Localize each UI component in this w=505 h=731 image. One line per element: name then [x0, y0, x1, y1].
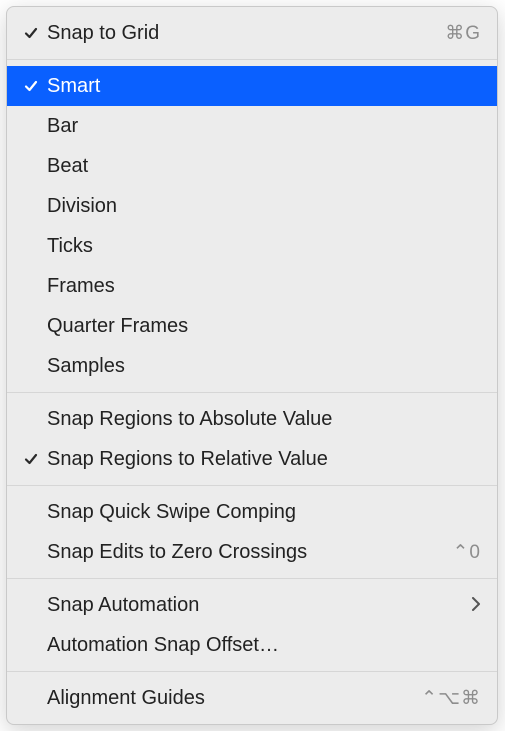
menu-item-snap-edits-zero-crossings[interactable]: Snap Edits to Zero Crossings ⌃0 — [7, 532, 497, 572]
menu-item-label: Smart — [47, 75, 481, 98]
checkmark-icon — [15, 25, 47, 41]
menu-item-alignment-guides[interactable]: Alignment Guides ⌃⌥⌘ — [7, 678, 497, 718]
menu-item-label: Bar — [47, 115, 481, 138]
shortcut-label: ⌘G — [445, 22, 481, 45]
menu-item-label: Snap Regions to Relative Value — [47, 448, 481, 471]
menu-item-samples[interactable]: Samples — [7, 346, 497, 386]
menu-item-label: Division — [47, 195, 481, 218]
menu-item-snap-automation[interactable]: Snap Automation — [7, 585, 497, 625]
menu-item-quarter-frames[interactable]: Quarter Frames — [7, 306, 497, 346]
menu-item-label: Frames — [47, 275, 481, 298]
menu-item-snap-regions-relative[interactable]: Snap Regions to Relative Value — [7, 439, 497, 479]
checkmark-icon — [15, 78, 47, 94]
separator — [7, 485, 497, 486]
chevron-right-icon — [471, 595, 481, 616]
separator — [7, 671, 497, 672]
menu-item-division[interactable]: Division — [7, 186, 497, 226]
menu-item-ticks[interactable]: Ticks — [7, 226, 497, 266]
shortcut-label: ⌃0 — [453, 541, 482, 564]
menu-item-snap-to-grid[interactable]: Snap to Grid ⌘G — [7, 13, 497, 53]
menu-item-snap-regions-absolute[interactable]: Snap Regions to Absolute Value — [7, 399, 497, 439]
shortcut-label: ⌃⌥⌘ — [421, 687, 481, 710]
menu-item-label: Snap Automation — [47, 594, 471, 617]
menu-item-label: Ticks — [47, 235, 481, 258]
menu-item-label: Beat — [47, 155, 481, 178]
separator — [7, 578, 497, 579]
checkmark-icon — [15, 451, 47, 467]
menu-item-label: Alignment Guides — [47, 687, 421, 710]
menu-item-label: Samples — [47, 355, 481, 378]
menu-item-smart[interactable]: Smart — [7, 66, 497, 106]
menu-item-label: Snap Quick Swipe Comping — [47, 501, 481, 524]
menu-item-label: Snap to Grid — [47, 22, 445, 45]
snap-menu: Snap to Grid ⌘G Smart Bar Beat Division … — [6, 6, 498, 725]
menu-item-automation-snap-offset[interactable]: Automation Snap Offset… — [7, 625, 497, 665]
menu-item-bar[interactable]: Bar — [7, 106, 497, 146]
separator — [7, 392, 497, 393]
menu-item-label: Automation Snap Offset… — [47, 634, 481, 657]
separator — [7, 59, 497, 60]
menu-item-label: Snap Regions to Absolute Value — [47, 408, 481, 431]
menu-item-label: Snap Edits to Zero Crossings — [47, 541, 453, 564]
menu-item-frames[interactable]: Frames — [7, 266, 497, 306]
menu-item-snap-quick-swipe-comping[interactable]: Snap Quick Swipe Comping — [7, 492, 497, 532]
menu-item-label: Quarter Frames — [47, 315, 481, 338]
menu-item-beat[interactable]: Beat — [7, 146, 497, 186]
